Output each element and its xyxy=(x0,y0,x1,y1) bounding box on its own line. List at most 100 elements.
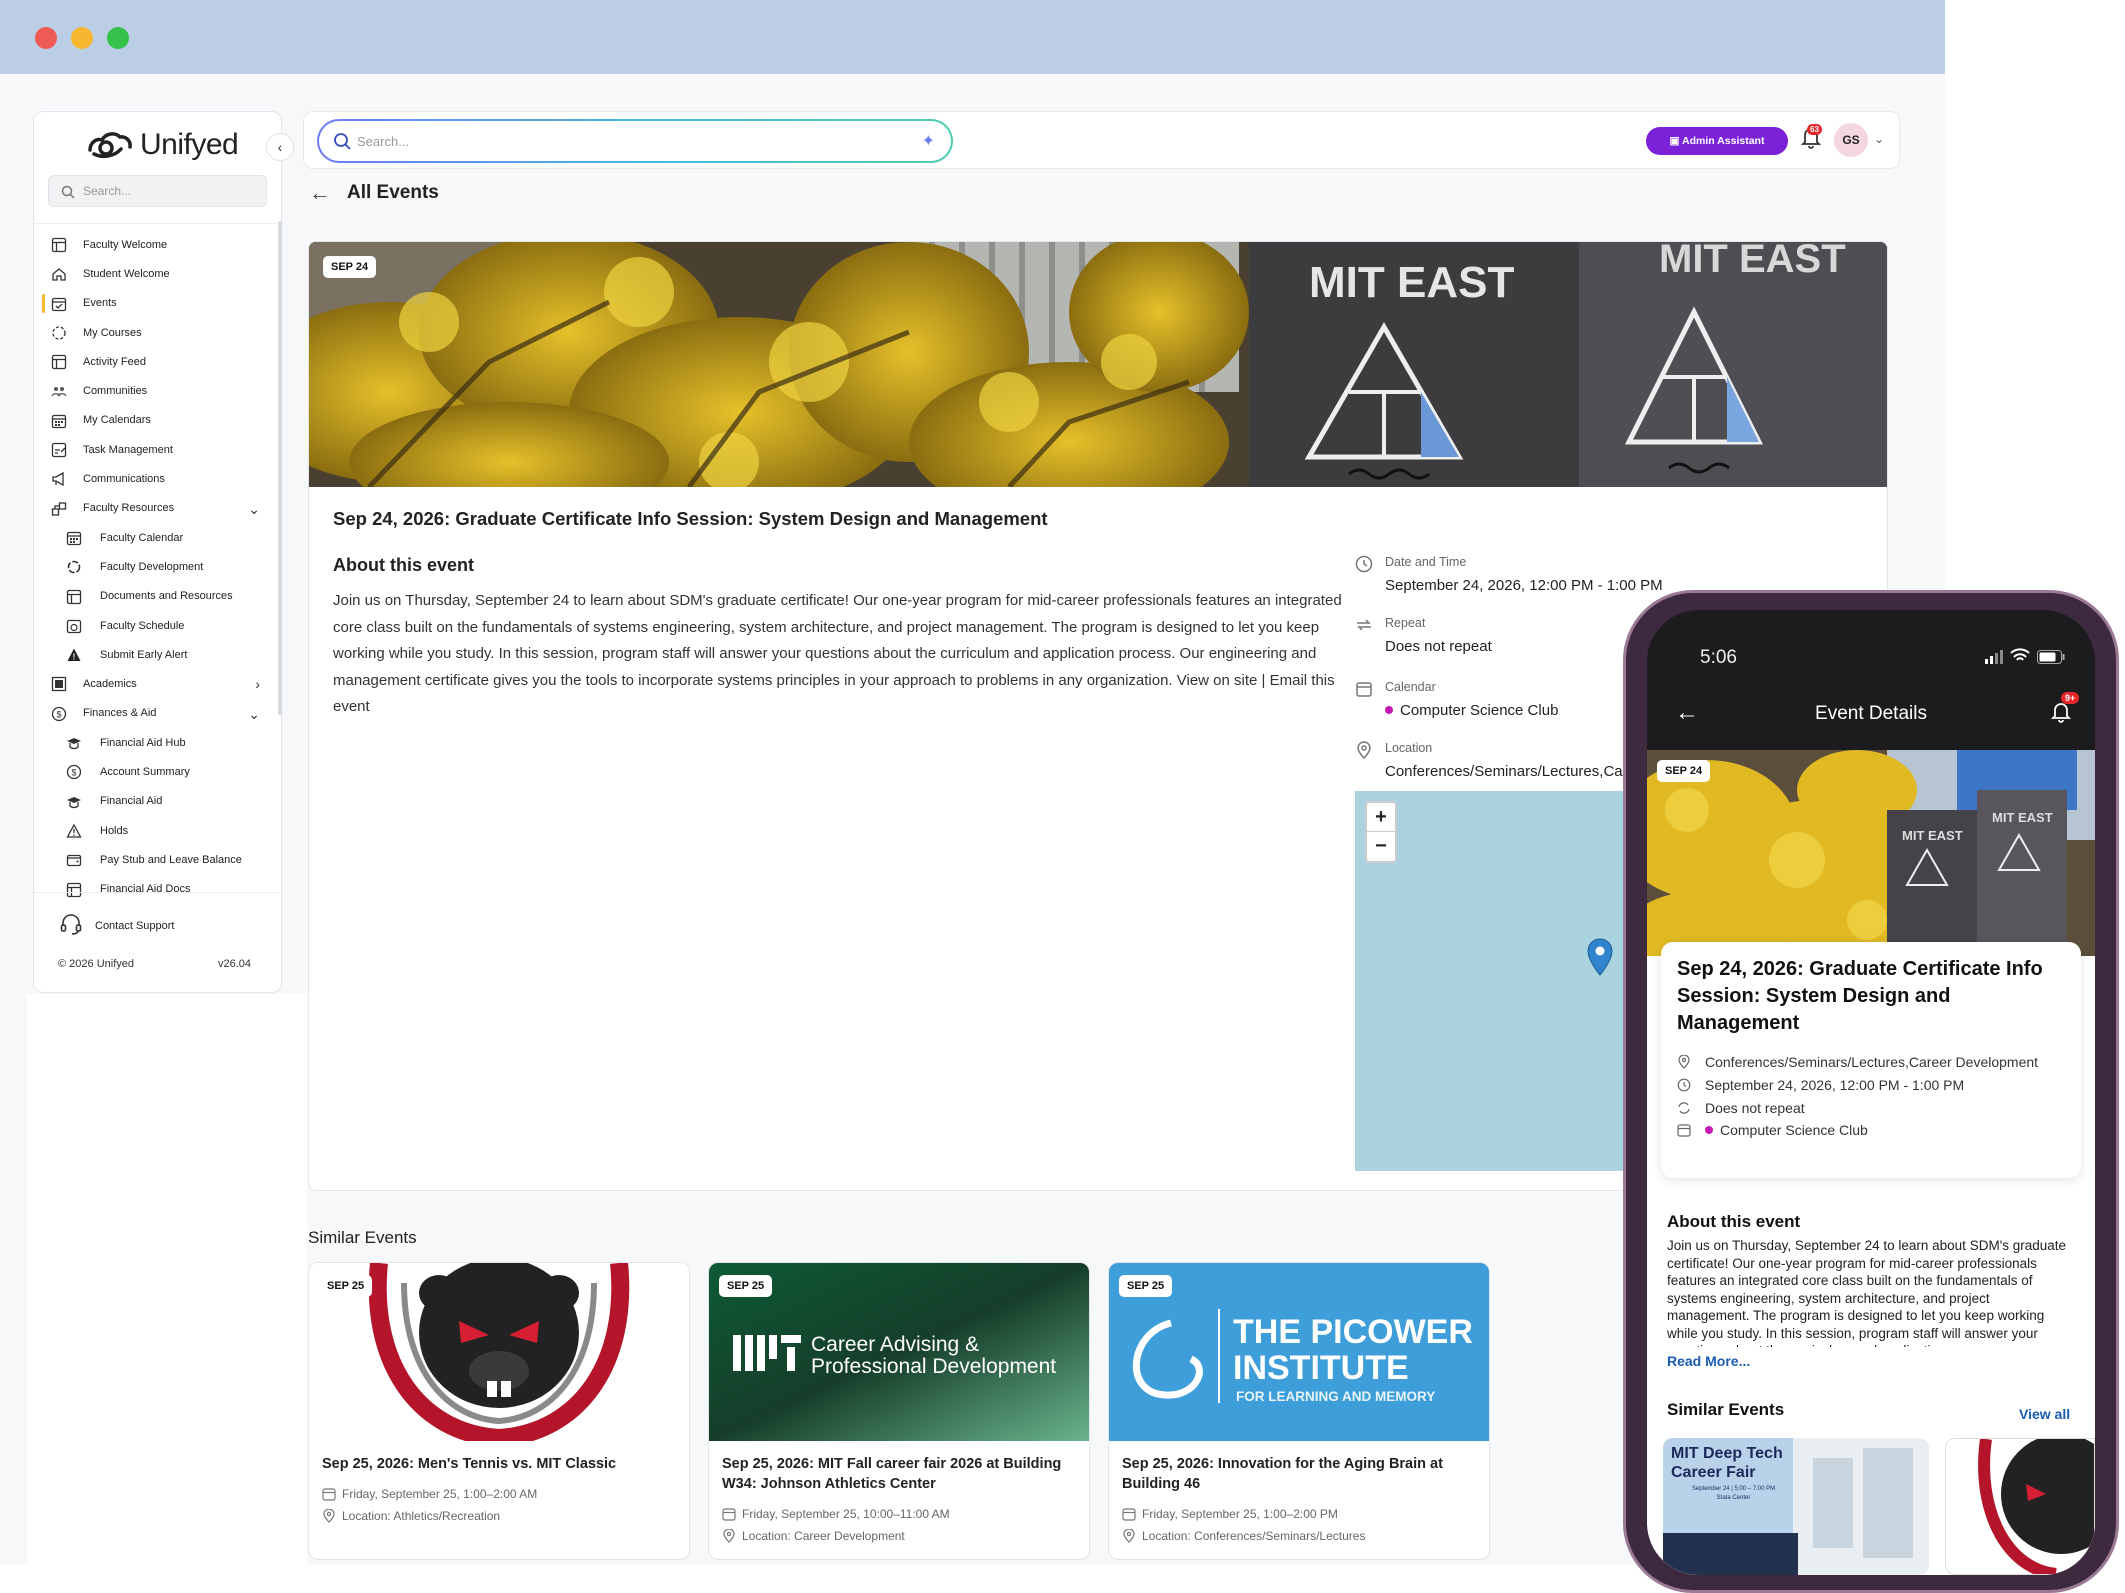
similar-event-card[interactable]: THE PICOWER INSTITUTE FOR LEARNING AND M… xyxy=(1108,1262,1490,1560)
calendar-value: Computer Science Club xyxy=(1400,702,1559,719)
sidebar-item-communications[interactable]: Communications xyxy=(34,464,272,493)
contact-support-link[interactable]: Contact Support xyxy=(59,912,175,939)
sidebar-item-label: Account Summary xyxy=(100,765,190,778)
sidebar-item-label: Events xyxy=(83,297,117,310)
search-icon xyxy=(61,185,75,202)
bell-icon xyxy=(1800,128,1822,153)
minimize-window-button[interactable] xyxy=(71,27,93,49)
sidebar-item-documents-and-resources[interactable]: Documents and Resources xyxy=(34,582,272,611)
date-time-value: September 24, 2026, 12:00 PM - 1:00 PM xyxy=(1385,577,1663,594)
phone-similar-heading: Similar Events xyxy=(1667,1400,1785,1419)
similar-events-heading: Similar Events xyxy=(308,1228,417,1247)
sidebar-item-label: Financial Aid Docs xyxy=(100,883,191,896)
sidebar-item-label: Task Management xyxy=(83,443,173,456)
user-avatar[interactable]: GS xyxy=(1834,123,1868,157)
admin-assistant-button[interactable]: ▣ Admin Assistant xyxy=(1646,127,1788,155)
sidebar-search-placeholder: Search... xyxy=(83,184,132,198)
similar-event-image: SEP 25 xyxy=(309,1263,689,1441)
dollar-icon: $ xyxy=(51,706,67,722)
sidebar-item-label: Activity Feed xyxy=(83,355,146,368)
sidebar-item-submit-early-alert[interactable]: ! Submit Early Alert xyxy=(34,640,272,669)
sidebar-item-my-courses[interactable]: My Courses xyxy=(34,318,272,347)
wifi-icon xyxy=(2010,648,2030,669)
sidebar-scrollbar[interactable] xyxy=(278,221,282,715)
sidebar-item-events[interactable]: Events xyxy=(34,289,272,318)
similar-event-date: Friday, September 25, 1:00–2:00 AM xyxy=(322,1487,537,1501)
calendar-icon xyxy=(722,1507,736,1524)
chevron-right-icon[interactable]: › xyxy=(255,676,260,692)
sidebar-item-faculty-schedule[interactable]: Faculty Schedule xyxy=(34,611,272,640)
phone-status-bar: 5:06 xyxy=(1647,610,2095,680)
sidebar-item-faculty-resources[interactable]: Faculty Resources ⌄ xyxy=(34,494,272,523)
sidebar-item-pay-stub-and-leave-balance[interactable]: Pay Stub and Leave Balance xyxy=(34,845,272,874)
sidebar-item-label: My Courses xyxy=(83,326,142,339)
calendar-icon xyxy=(1355,680,1373,701)
admin-assistant-label: Admin Assistant xyxy=(1681,135,1765,147)
sidebar-item-financial-aid-hub[interactable]: Financial Aid Hub xyxy=(34,728,272,757)
phone-time: 5:06 xyxy=(1700,647,1737,668)
date-time-label: Date and Time xyxy=(1385,555,1467,569)
clock-icon xyxy=(1677,1078,1691,1095)
ai-sparkle-icon[interactable]: ✦ xyxy=(922,131,935,151)
sidebar-item-communities[interactable]: Communities xyxy=(34,376,272,405)
sidebar-item-academics[interactable]: Academics › xyxy=(34,669,272,698)
similar-event-card[interactable]: Career Advising & Professional Developme… xyxy=(708,1262,1090,1560)
sidebar-item-label: Faculty Development xyxy=(100,560,204,573)
map-pin-icon xyxy=(322,1508,336,1526)
zoom-in-button[interactable]: + xyxy=(1367,803,1395,832)
event-hero-image: MIT EAST MIT EAST SEP 24 xyxy=(309,242,1887,487)
close-window-button[interactable] xyxy=(35,27,57,49)
unifyed-logo[interactable]: Unifyed xyxy=(84,128,239,162)
back-arrow-icon[interactable]: ← xyxy=(309,180,331,206)
sidebar-item-financial-aid[interactable]: Financial Aid xyxy=(34,787,272,816)
collapse-sidebar-button[interactable]: ‹ xyxy=(266,133,294,161)
map-pin-icon xyxy=(722,1528,736,1546)
phone-event-card: Sep 24, 2026: Graduate Certificate Info … xyxy=(1661,942,2081,1178)
phone-datetime-row: September 24, 2026, 12:00 PM - 1:00 PM xyxy=(1677,1077,1964,1093)
phone-bell-icon[interactable] xyxy=(2050,701,2072,728)
sidebar-item-holds[interactable]: Holds xyxy=(34,816,272,845)
repeat-value: Does not repeat xyxy=(1385,638,1492,655)
maximize-window-button[interactable] xyxy=(107,27,129,49)
similar-event-date: Friday, September 25, 10:00–11:00 AM xyxy=(722,1507,950,1521)
similar-event-card[interactable]: SEP 25 Sep 25, 2026: Men's Tennis vs. MI… xyxy=(308,1262,690,1560)
clock-icon xyxy=(1355,555,1373,576)
sidebar-item-faculty-welcome[interactable]: Faculty Welcome xyxy=(34,230,272,259)
home-icon xyxy=(51,266,67,282)
view-all-link[interactable]: View all xyxy=(2019,1406,2070,1422)
sidebar-item-finances-and-aid[interactable]: $ Finances & Aid ⌄ xyxy=(34,699,272,728)
map-marker-icon[interactable] xyxy=(1587,938,1613,981)
sidebar-item-my-calendars[interactable]: My Calendars xyxy=(34,406,272,435)
sidebar-item-label: Submit Early Alert xyxy=(100,648,188,661)
phone-similar-card[interactable]: MIT Deep Tech Career Fair September 24 |… xyxy=(1663,1438,1929,1575)
map-pin-icon xyxy=(1355,741,1373,762)
sidebar-item-label: Faculty Schedule xyxy=(100,619,185,632)
svg-text:!: ! xyxy=(73,653,76,662)
svg-text:$: $ xyxy=(71,768,76,778)
similar-event-image: THE PICOWER INSTITUTE FOR LEARNING AND M… xyxy=(1109,1263,1489,1441)
sidebar-item-label: Pay Stub and Leave Balance xyxy=(100,853,242,866)
task-icon xyxy=(51,442,67,458)
sidebar-item-faculty-development[interactable]: Faculty Development xyxy=(34,552,272,581)
sidebar-item-label: Student Welcome xyxy=(83,267,170,280)
similar-event-title: Sep 25, 2026: Men's Tennis vs. MIT Class… xyxy=(322,1456,617,1472)
sidebar-item-label: Academics xyxy=(83,678,137,691)
phone-similar-card[interactable] xyxy=(1945,1438,2095,1575)
sidebar-item-faculty-calendar[interactable]: Faculty Calendar xyxy=(34,523,272,552)
sidebar-item-label: Communities xyxy=(83,385,148,398)
sidebar-item-label: Financial Aid xyxy=(100,795,163,808)
sidebar-item-task-management[interactable]: Task Management xyxy=(34,435,272,464)
sidebar-item-account-summary[interactable]: $ Account Summary xyxy=(34,757,272,786)
megaphone-icon xyxy=(51,471,67,487)
chevron-down-icon[interactable]: ⌄ xyxy=(248,501,260,518)
global-search-input[interactable]: Search... ✦ xyxy=(317,119,953,163)
sidebar-item-student-welcome[interactable]: Student Welcome xyxy=(34,259,272,288)
unifyed-logo-icon xyxy=(84,128,134,162)
sidebar-item-financial-aid-docs[interactable]: Financial Aid Docs xyxy=(34,875,272,904)
chevron-down-icon[interactable]: ⌄ xyxy=(1874,132,1884,146)
sidebar-item-activity-feed[interactable]: Activity Feed xyxy=(34,347,272,376)
zoom-out-button[interactable]: − xyxy=(1367,832,1395,861)
read-more-link[interactable]: Read More... xyxy=(1667,1353,1750,1369)
chevron-down-icon[interactable]: ⌄ xyxy=(248,706,260,723)
sidebar-search-input[interactable]: Search... xyxy=(48,175,267,207)
